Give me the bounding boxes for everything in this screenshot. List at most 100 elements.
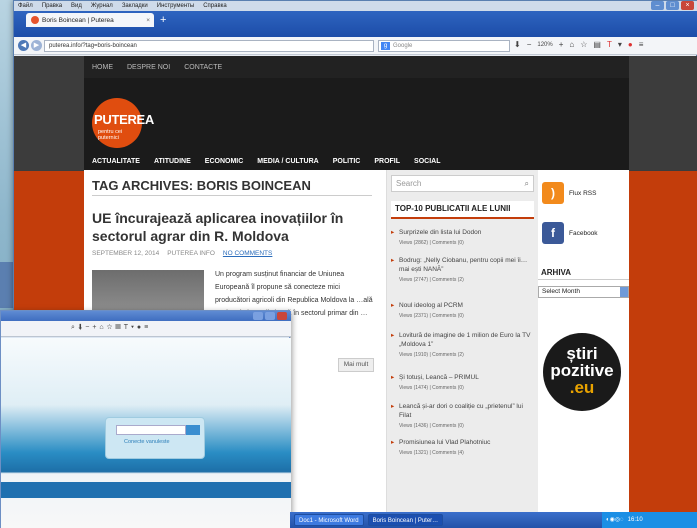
top10-item-views: Views (2371) | Comments (0) [399,313,464,319]
facebook-label: Facebook [569,229,598,237]
topnav-contacte[interactable]: CONTACTE [184,64,222,71]
tab-label: Boris Boincean | Puterea [42,16,114,24]
nav-economic[interactable]: ECONOMIC [205,158,244,165]
menu-tools[interactable]: Инструменты [157,3,194,9]
secondary-browser-window[interactable]: ⌕⬇−+⌂☆▤T▾●≡ Conecte vanuleste [0,310,291,528]
top10-item-views: Views (2862) | Comments (0) [399,240,464,246]
system-tray: ◐◉◎◌ 16:10 [602,512,697,528]
top10-item[interactable]: ▸ Și totuși, Leancă – PRIMUL Views (1474) … [391,373,534,393]
zoom-out-icon[interactable]: − [527,40,532,49]
rss-link[interactable]: ) Flux RSS [542,178,625,208]
tab-close-icon[interactable]: × [146,17,150,24]
address-bar[interactable]: puterea.info/?tag=boris-boincean [44,40,374,52]
rss-icon: ) [542,182,564,204]
top10-item-views: Views (1436) | Comments (0) [399,423,464,429]
top10-item[interactable]: ▸ Surprizele din lista lui Dodon Views (28… [391,228,534,248]
archive-title: TAG ARCHIVES: BORIS BOINCEAN [92,178,372,196]
nav-atitudine[interactable]: ATITUDINE [154,158,191,165]
taskbar: Doc1 - Microsoft Word Boris Boincean | P… [290,512,697,528]
download-icon[interactable]: ⬇ [514,40,521,49]
top10-item-title[interactable]: Noul ideolog al PCRM [399,302,463,309]
top10-item[interactable]: ▸ Lovitură de imagine de 1 milion de Euro… [391,331,534,360]
menu-view[interactable]: Вид [71,3,82,9]
nav-actualitate[interactable]: ACTUALITATE [92,158,140,165]
site-logo[interactable]: PUTEREA pentru cei puternici [92,98,154,148]
post-comments-link[interactable]: NO COMMENTS [223,250,272,257]
forward-arrow-icon[interactable]: ▶ [31,40,42,51]
post-author[interactable]: PUTEREA INFO [167,250,215,257]
back-arrow-icon[interactable]: ◀ [18,40,29,51]
nav-social[interactable]: SOCIAL [414,158,440,165]
top10-item-views: Views (1910) | Comments (2) [399,352,464,358]
navigation-toolbar: ◀ ▶ puterea.info/?tag=boris-boincean g G… [14,37,697,55]
bookmarks-list-icon[interactable]: ▤ [593,40,601,49]
taskbar-item-browser[interactable]: Boris Boincean | Puter… [367,514,444,526]
stiri-pozitive-badge[interactable]: știri pozitive .eu [543,333,621,411]
clock: 16:10 [627,517,643,523]
home-icon[interactable]: ⌂ [569,40,574,49]
tab-puterea[interactable]: Boris Boincean | Puterea × [26,13,154,27]
secondary-window-controls [253,312,287,320]
zoom-level: 120% [537,41,553,48]
close-icon[interactable]: × [681,1,694,10]
secondary-titlebar[interactable] [1,311,291,321]
top10-item-title[interactable]: Și totuși, Leancă – PRIMUL [399,374,479,381]
badge-line3: .eu [569,378,595,397]
bullet-icon: ▸ [391,332,395,339]
menu-bookmarks[interactable]: Закладки [122,3,148,9]
search-box[interactable]: g Google [378,40,510,52]
tray-icons[interactable]: ◐◉◎◌ [606,512,624,528]
menu-help[interactable]: Справка [203,3,227,9]
menu-bar: Файл Правка Вид Журнал Закладки Инструме… [14,1,697,11]
hamburger-menu-icon[interactable]: ≡ [639,40,644,49]
nav-media-cultura[interactable]: MEDIA / CULTURA [257,158,318,165]
secondary-toolbar-icons[interactable]: ⌕⬇−+⌂☆▤T▾●≡ [71,324,151,332]
maximize-icon[interactable]: □ [666,1,679,10]
facebook-icon: f [542,222,564,244]
dropdown-arrow-icon [620,287,628,297]
sidebar-search-input[interactable]: Search ⌕ [391,175,534,192]
new-tab-plus-icon[interactable]: + [160,14,166,26]
facebook-link[interactable]: f Facebook [542,218,625,248]
top10-item-title[interactable]: Surprizele din lista lui Dodon [399,229,481,236]
search-icon[interactable]: ⌕ [525,176,529,191]
nav-profil[interactable]: PROFIL [374,158,400,165]
top10-item[interactable]: ▸ Leancă și-ar dori o coaliție cu „priete… [391,402,534,431]
secondary-maximize-icon[interactable] [265,312,275,320]
secondary-close-icon[interactable] [277,312,287,320]
addon-menu-icon[interactable]: ▾ [618,40,622,49]
menu-file[interactable]: Файл [18,3,33,9]
top10-item[interactable]: ▸ Promisiunea lui Vlad Plahotniuc Views (1… [391,438,534,458]
top10-item-title[interactable]: Promisiunea lui Vlad Plahotniuc [399,439,490,446]
taskbar-item-word[interactable]: Doc1 - Microsoft Word [294,514,364,526]
top10-item[interactable]: ▸ Noul ideolog al PCRM Views (2371) | Comm… [391,301,534,321]
bullet-icon: ▸ [391,403,395,410]
top10-item-title[interactable]: Leancă și-ar dori o coaliție cu „prieten… [399,403,523,419]
top10-item-title[interactable]: Bodrug: „Nelly Ciobanu, pentru copii mei… [399,257,527,273]
archive-month-select[interactable]: Select Month [538,286,629,298]
top10-item-title[interactable]: Lovitură de imagine de 1 milion de Euro … [399,332,530,348]
topnav-home[interactable]: HOME [92,64,113,71]
bullet-icon: ▸ [391,257,395,264]
bookmark-star-icon[interactable]: ☆ [580,40,587,49]
minimize-icon[interactable]: – [651,1,664,10]
menu-edit[interactable]: Правка [42,3,62,9]
menu-history[interactable]: Журнал [91,3,113,9]
nav-politic[interactable]: POLITIC [333,158,361,165]
secondary-login-input[interactable] [116,425,186,435]
secondary-login-link[interactable]: Conecte vanuleste [124,439,170,445]
read-more-button[interactable]: Mai mult [338,358,374,372]
zoom-in-icon[interactable]: + [559,40,564,49]
top10-heading: TOP-10 PUBLICATII ALE LUNII [391,201,534,219]
bullet-icon: ▸ [391,374,395,381]
top10-item[interactable]: ▸ Bodrug: „Nelly Ciobanu, pentru copii me… [391,256,534,285]
top10-item-views: Views (1474) | Comments (0) [399,385,464,391]
addon-red-icon[interactable]: ● [628,40,633,49]
arrow-right-icon[interactable] [186,425,200,435]
topnav-despre-noi[interactable]: DESPRE NOI [127,64,170,71]
post-title[interactable]: UE încurajează aplicarea inovațiilor în … [92,209,382,245]
secondary-minimize-icon[interactable] [253,312,263,320]
top10-item-views: Views (2747) | Comments (2) [399,277,464,283]
archive-select-value: Select Month [542,288,580,295]
addon-t-icon[interactable]: T [607,40,612,49]
